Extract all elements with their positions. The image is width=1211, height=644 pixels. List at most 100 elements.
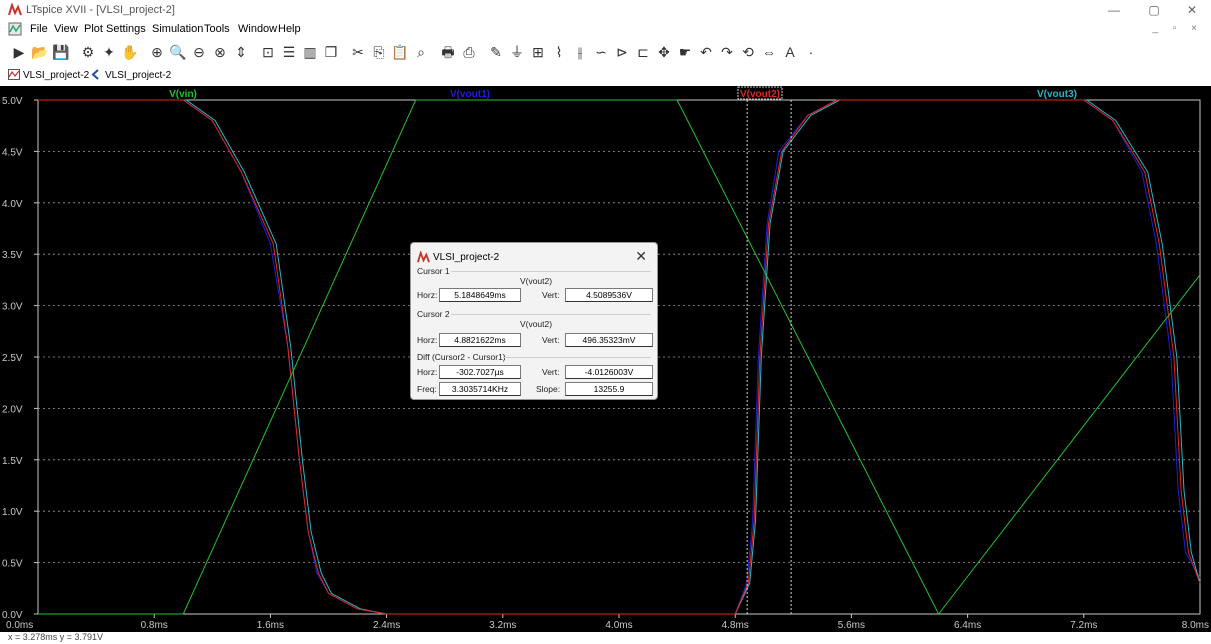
- tile-v-icon[interactable]: ▥: [301, 43, 319, 61]
- zoom-area-icon[interactable]: 🔍: [169, 43, 187, 61]
- x-tick-label: 3.2ms: [489, 620, 516, 631]
- spice-directive-icon[interactable]: ·: [802, 43, 820, 61]
- x-tick-label: 0.8ms: [141, 620, 168, 631]
- menu-tools[interactable]: Tools: [204, 23, 230, 35]
- maximize-button[interactable]: ▢: [1140, 2, 1168, 18]
- text-icon[interactable]: A: [781, 43, 799, 61]
- cursor2-vert-label: Vert:: [542, 335, 560, 345]
- close-button[interactable]: ✕: [1178, 2, 1206, 18]
- menu-file[interactable]: File: [30, 23, 48, 35]
- print-preview-icon[interactable]: 🖶: [439, 43, 457, 61]
- menu-window[interactable]: Window: [238, 23, 277, 35]
- diff-vert-label: Vert:: [542, 367, 560, 377]
- menu-simulation[interactable]: Simulation: [152, 23, 203, 35]
- freq-field[interactable]: 3.3035714KHz: [439, 382, 521, 396]
- x-tick-label: 4.8ms: [722, 620, 749, 631]
- redo-icon[interactable]: ↷: [718, 43, 736, 61]
- separator: [451, 314, 651, 315]
- cursor2-horz-label: Horz:: [417, 335, 438, 345]
- inductor-icon[interactable]: ∽: [592, 43, 610, 61]
- settings-icon[interactable]: ⚙: [79, 43, 97, 61]
- tab-schematic[interactable]: VLSI_project-2: [90, 69, 171, 81]
- x-tick-label: 5.6ms: [838, 620, 865, 631]
- paste-icon[interactable]: 📋: [391, 43, 409, 61]
- dialog-close-button[interactable]: ✕: [635, 248, 647, 265]
- cursor2-horz-field[interactable]: 4.8821622ms: [439, 333, 521, 347]
- cascade-icon[interactable]: ❐: [322, 43, 340, 61]
- label-net-icon[interactable]: ⊞: [529, 43, 547, 61]
- find-icon[interactable]: ⌕: [412, 43, 430, 61]
- cut-icon[interactable]: ✂: [349, 43, 367, 61]
- tab-schematic-label: VLSI_project-2: [105, 70, 172, 81]
- y-tick-label: 3.0V: [2, 302, 23, 313]
- undo-icon[interactable]: ↶: [697, 43, 715, 61]
- mirror-icon[interactable]: ⇔: [760, 43, 778, 61]
- diff-horz-field[interactable]: -302.7027µs: [439, 365, 521, 379]
- menu-bar: File View Plot Settings Simulation Tools…: [0, 20, 1211, 38]
- draw-wire-icon[interactable]: ✎: [487, 43, 505, 61]
- zoom-in-icon[interactable]: ⊕: [148, 43, 166, 61]
- window-title: LTspice XVII - [VLSI_project-2]: [26, 4, 175, 16]
- document-tabs: VLSI_project-2 VLSI_project-2: [0, 66, 1211, 87]
- x-tick-label: 4.0ms: [605, 620, 632, 631]
- diff-horz-label: Horz:: [417, 367, 438, 377]
- status-bar: x = 3.278ms y = 3.791V: [0, 632, 1211, 644]
- separator: [503, 357, 651, 358]
- tile-h-icon[interactable]: ☰: [280, 43, 298, 61]
- copy-icon[interactable]: ⎘: [370, 43, 388, 61]
- menu-plot-settings[interactable]: Plot Settings: [84, 23, 146, 35]
- pan-icon[interactable]: ✋: [121, 43, 139, 61]
- zoom-out-icon[interactable]: ⊖: [190, 43, 208, 61]
- x-tick-label: 6.4ms: [954, 620, 981, 631]
- cursor2-trace: V(vout2): [519, 319, 553, 329]
- y-tick-label: 1.0V: [2, 507, 23, 518]
- slope-field[interactable]: 13255.9: [565, 382, 653, 396]
- mdi-controls[interactable]: _ ▫ ×: [1152, 23, 1203, 34]
- autorange-icon[interactable]: ⇕: [232, 43, 250, 61]
- cursor1-horz-field[interactable]: 5.1848649ms: [439, 288, 521, 302]
- component-icon[interactable]: ⊏: [634, 43, 652, 61]
- trace-label-vout2: V(vout2): [740, 89, 780, 100]
- ground-icon[interactable]: ⏚: [508, 43, 526, 61]
- minimize-button[interactable]: —: [1100, 2, 1128, 18]
- plot-tab-icon: [8, 69, 20, 80]
- slope-label: Slope:: [536, 384, 561, 394]
- freq-label: Freq:: [417, 384, 437, 394]
- cursor1-label: Cursor 1: [417, 266, 450, 276]
- x-tick-label: 1.6ms: [257, 620, 284, 631]
- fit-icon[interactable]: ⊡: [259, 43, 277, 61]
- tab-plot-label: VLSI_project-2: [23, 70, 90, 81]
- cursor1-horz-label: Horz:: [417, 290, 438, 300]
- open-icon[interactable]: 📂: [31, 43, 49, 61]
- zoom-cancel-icon[interactable]: ⊗: [211, 43, 229, 61]
- run-tool-icon[interactable]: ✦: [100, 43, 118, 61]
- save-icon[interactable]: 💾: [52, 43, 70, 61]
- capacitor-icon[interactable]: ⫲: [571, 43, 589, 61]
- run-icon[interactable]: ▶: [10, 43, 28, 61]
- move-icon[interactable]: ✥: [655, 43, 673, 61]
- y-tick-label: 5.0V: [2, 96, 23, 107]
- menu-help[interactable]: Help: [278, 23, 301, 35]
- dialog-title: VLSI_project-2: [433, 252, 500, 263]
- drag-icon[interactable]: ☛: [676, 43, 694, 61]
- cursor2-vert-field[interactable]: 496.35323mV: [565, 333, 653, 347]
- cursor1-vert-label: Vert:: [542, 290, 560, 300]
- trace-label-vout3: V(vout3): [1037, 89, 1077, 100]
- cursor1-vert-field[interactable]: 4.5089536V: [565, 288, 653, 302]
- diff-vert-field[interactable]: -4.0126003V: [565, 365, 653, 379]
- cursor-dialog: VLSI_project-2 ✕ Cursor 1 V(vout2) Horz:…: [410, 242, 658, 400]
- diode-icon[interactable]: ⊳: [613, 43, 631, 61]
- x-tick-label: 0.0ms: [6, 620, 33, 631]
- y-tick-label: 3.5V: [2, 250, 23, 261]
- print-icon[interactable]: ⎙: [460, 43, 478, 61]
- tab-plot[interactable]: VLSI_project-2: [8, 69, 89, 81]
- x-tick-label: 2.4ms: [373, 620, 400, 631]
- resistor-icon[interactable]: ⌇: [550, 43, 568, 61]
- x-tick-label: 8.0ms: [1182, 620, 1209, 631]
- menu-view[interactable]: View: [54, 23, 78, 35]
- cursor2-label: Cursor 2: [417, 309, 450, 319]
- y-tick-label: 2.5V: [2, 353, 23, 364]
- rotate-icon[interactable]: ⟲: [739, 43, 757, 61]
- title-bar: LTspice XVII - [VLSI_project-2] — ▢ ✕: [0, 0, 1211, 20]
- y-tick-label: 4.5V: [2, 147, 23, 158]
